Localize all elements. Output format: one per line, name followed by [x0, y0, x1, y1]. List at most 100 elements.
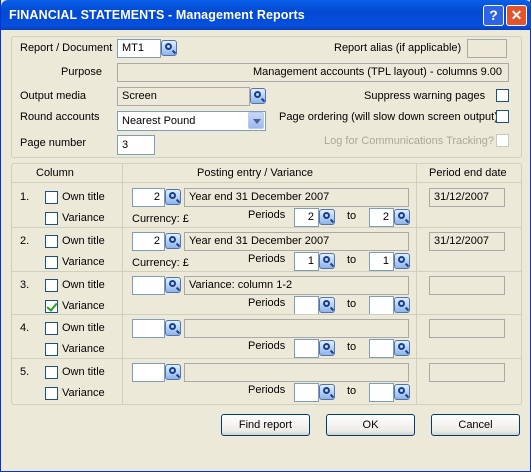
- to-label: to: [347, 210, 357, 222]
- variance-checkbox[interactable]: [45, 256, 58, 269]
- posting-entry-input[interactable]: [132, 363, 165, 382]
- log-tracking-checkbox: [496, 134, 509, 147]
- row-divider: [11, 358, 522, 359]
- period-from-lookup-icon[interactable]: [319, 297, 335, 313]
- period-from-input[interactable]: 1: [294, 252, 319, 271]
- posting-lookup-icon[interactable]: [165, 277, 181, 293]
- period-from-lookup-icon[interactable]: [319, 340, 335, 356]
- currency-label: Currency: £: [132, 213, 189, 225]
- to-label: to: [347, 341, 357, 353]
- period-to-input[interactable]: 1: [369, 252, 394, 271]
- report-lookup-icon[interactable]: [161, 40, 177, 56]
- posting-lookup-icon[interactable]: [165, 189, 181, 205]
- report-document-input[interactable]: MT1: [117, 39, 161, 58]
- log-tracking-label: Log for Communications Tracking?: [324, 135, 494, 147]
- period-end-date-field: [429, 363, 505, 382]
- entry-description-field: Year end 31 December 2007: [184, 188, 409, 207]
- period-to-input[interactable]: [369, 383, 394, 402]
- period-to-lookup-icon[interactable]: [394, 384, 410, 400]
- page-ordering-checkbox[interactable]: [496, 110, 509, 123]
- suppress-warning-checkbox[interactable]: [496, 89, 509, 102]
- row-number: 2.: [20, 235, 30, 247]
- find-report-button[interactable]: Find report: [221, 414, 310, 436]
- own-title-checkbox[interactable]: [45, 279, 58, 292]
- variance-label: Variance: [62, 256, 105, 268]
- cancel-button[interactable]: Cancel: [431, 414, 520, 436]
- round-accounts-label: Round accounts: [20, 111, 100, 123]
- page-number-input[interactable]: 3: [117, 135, 155, 155]
- period-to-input[interactable]: [369, 296, 394, 315]
- period-from-input[interactable]: [294, 339, 319, 358]
- posting-entry-input[interactable]: [132, 319, 165, 338]
- period-to-input[interactable]: [369, 339, 394, 358]
- posting-entry-input[interactable]: 2: [132, 188, 165, 207]
- entry-description-field: Year end 31 December 2007: [184, 232, 409, 251]
- row-number: 1.: [20, 191, 30, 203]
- period-from-lookup-icon[interactable]: [319, 209, 335, 225]
- output-media-lookup-icon[interactable]: [250, 88, 266, 104]
- help-button[interactable]: ?: [483, 5, 504, 26]
- report-alias-label: Report alias (if applicable): [334, 42, 462, 54]
- to-label: to: [347, 298, 357, 310]
- period-to-lookup-icon[interactable]: [394, 340, 410, 356]
- report-alias-field: [467, 39, 507, 58]
- column-divider: [416, 163, 417, 405]
- period-from-input[interactable]: [294, 383, 319, 402]
- round-accounts-select[interactable]: Nearest Pound: [117, 111, 266, 131]
- to-label: to: [347, 385, 357, 397]
- own-title-label: Own title: [62, 366, 105, 378]
- posting-entry-input[interactable]: [132, 276, 165, 295]
- variance-checkbox[interactable]: [45, 300, 58, 313]
- variance-checkbox[interactable]: [45, 387, 58, 400]
- posting-entry-header: Posting entry / Variance: [197, 167, 313, 179]
- own-title-checkbox[interactable]: [45, 366, 58, 379]
- period-to-lookup-icon[interactable]: [394, 253, 410, 269]
- variance-checkbox[interactable]: [45, 212, 58, 225]
- period-from-lookup-icon[interactable]: [319, 384, 335, 400]
- entry-description-field: [184, 319, 409, 338]
- posting-entry-input[interactable]: 2: [132, 232, 165, 251]
- purpose-label: Purpose: [61, 66, 102, 78]
- periods-label: Periods: [248, 253, 286, 265]
- period-from-input[interactable]: 2: [294, 208, 319, 227]
- row-number: 3.: [20, 279, 30, 291]
- period-end-date-field: 31/12/2007: [429, 232, 505, 251]
- close-button[interactable]: ✕: [506, 5, 527, 26]
- period-to-lookup-icon[interactable]: [394, 209, 410, 225]
- purpose-field: Management accounts (TPL layout) - colum…: [117, 63, 509, 82]
- row-number: 5.: [20, 366, 30, 378]
- posting-lookup-icon[interactable]: [165, 320, 181, 336]
- period-to-input[interactable]: 2: [369, 208, 394, 227]
- row-divider: [11, 227, 522, 228]
- own-title-checkbox[interactable]: [45, 235, 58, 248]
- variance-checkbox[interactable]: [45, 343, 58, 356]
- period-from-input[interactable]: [294, 296, 319, 315]
- periods-label: Periods: [248, 340, 286, 352]
- periods-label: Periods: [248, 384, 286, 396]
- report-document-label: Report / Document: [20, 42, 113, 54]
- page-ordering-label: Page ordering (will slow down screen out…: [279, 111, 498, 123]
- column-divider: [122, 163, 123, 405]
- period-end-date-field: [429, 319, 505, 338]
- currency-label: Currency: £: [132, 257, 189, 269]
- to-label: to: [347, 254, 357, 266]
- suppress-warning-label: Suppress warning pages: [364, 90, 486, 102]
- ok-button[interactable]: OK: [326, 414, 415, 436]
- own-title-checkbox[interactable]: [45, 191, 58, 204]
- row-divider: [11, 271, 522, 272]
- variance-label: Variance: [62, 212, 105, 224]
- own-title-label: Own title: [62, 191, 105, 203]
- period-from-lookup-icon[interactable]: [319, 253, 335, 269]
- period-end-date-field: 31/12/2007: [429, 188, 505, 207]
- period-to-lookup-icon[interactable]: [394, 297, 410, 313]
- posting-lookup-icon[interactable]: [165, 233, 181, 249]
- chevron-down-icon[interactable]: [248, 112, 264, 129]
- own-title-checkbox[interactable]: [45, 322, 58, 335]
- posting-lookup-icon[interactable]: [165, 364, 181, 380]
- period-end-header: Period end date: [429, 167, 507, 179]
- column-header: Column: [36, 167, 74, 179]
- page-number-label: Page number: [20, 137, 87, 149]
- output-media-field: Screen: [117, 87, 250, 106]
- table-header-divider: [11, 182, 522, 183]
- period-end-date-field: [429, 276, 505, 295]
